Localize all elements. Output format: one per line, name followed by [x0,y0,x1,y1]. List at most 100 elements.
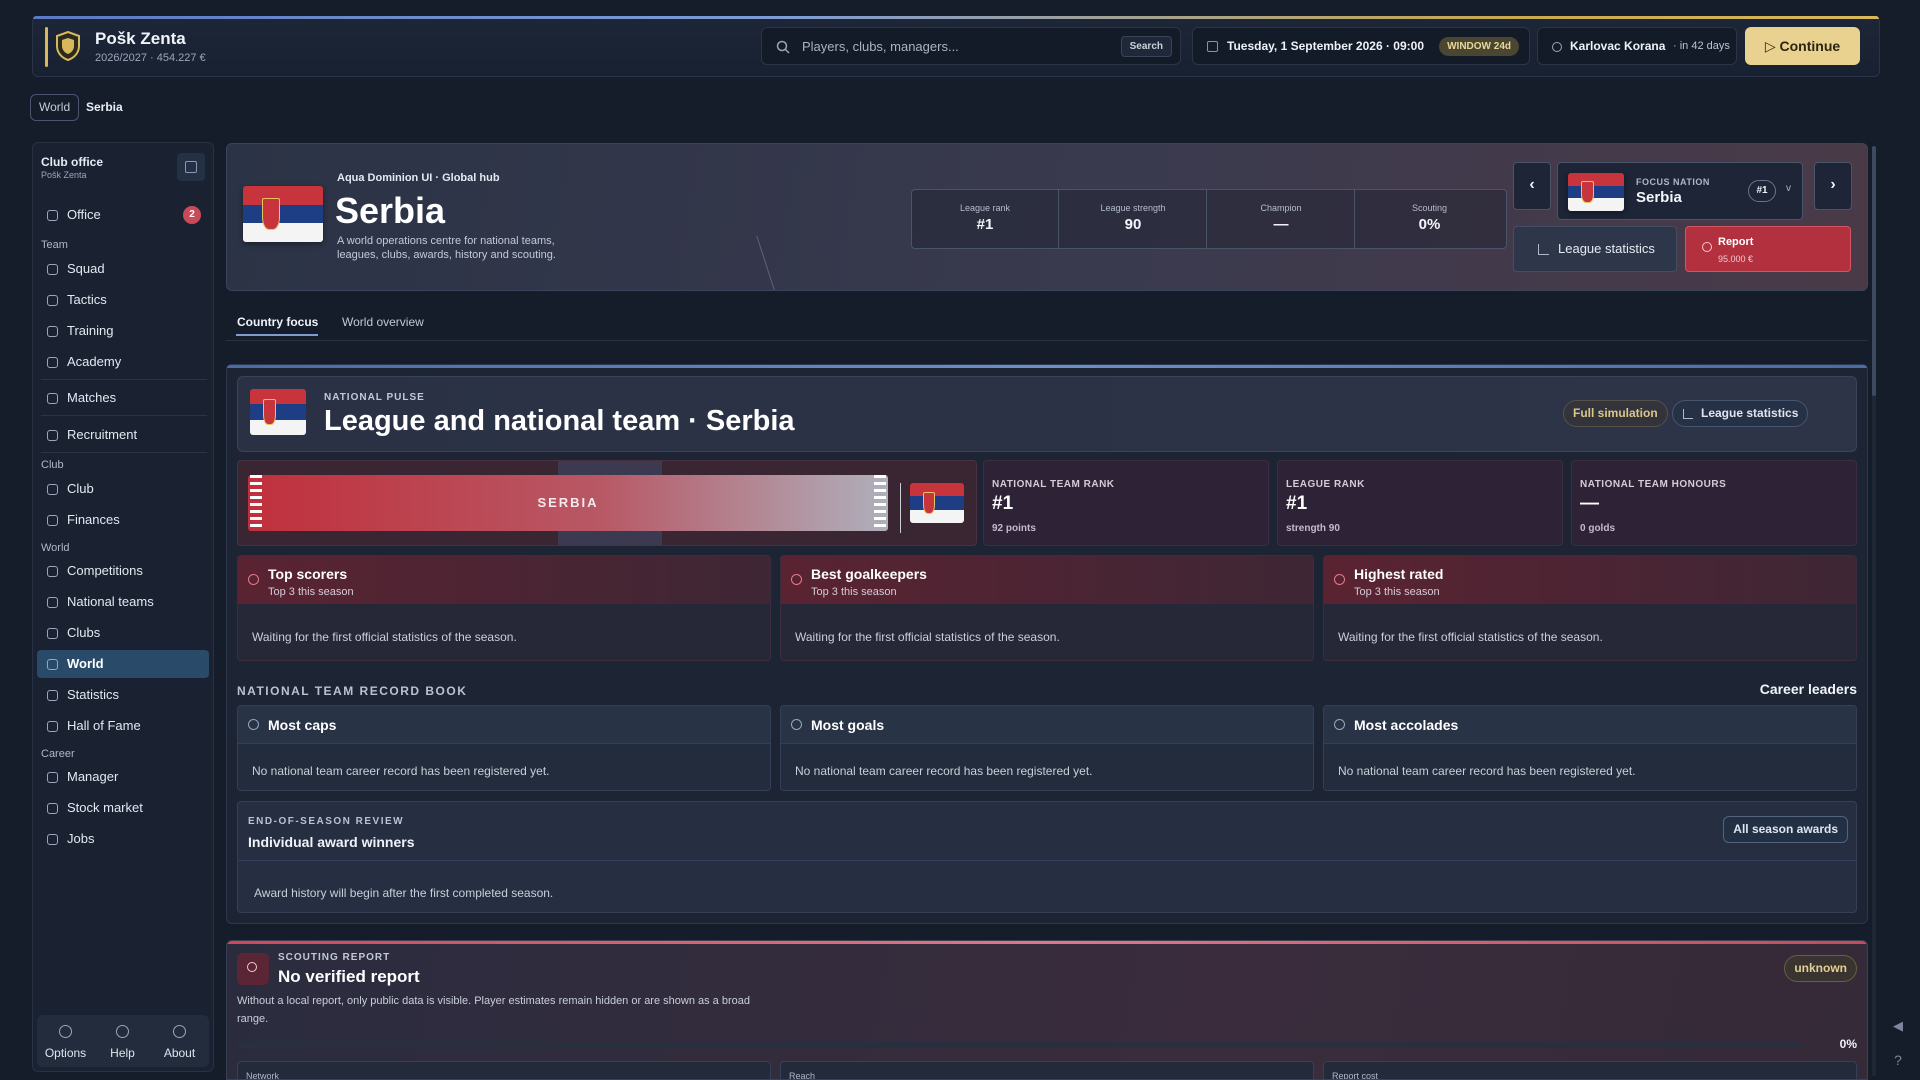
options-button[interactable]: Options [37,1015,94,1067]
sidebar-item-clubs[interactable]: Clubs [37,619,209,647]
stat-label: League rank [959,203,1011,213]
ball-icon [791,719,802,730]
sidebar-item-label: National teams [67,594,154,609]
global-search[interactable]: Players, clubs, managers... Search [761,27,1181,65]
sidebar-item-national-teams[interactable]: National teams [37,588,209,616]
sidebar-collapse-button[interactable] [177,153,205,181]
search-button[interactable]: Search [1120,36,1172,57]
sidebar-subtitle: Pošk Zenta [41,170,87,180]
scout-top-glow [227,941,1867,944]
page-title: Serbia [335,190,446,231]
sidebar-section-world: World [41,542,70,554]
continue-label: Continue [1779,38,1841,54]
mini-label: Network [246,1071,280,1080]
sidebar-item-statistics[interactable]: Statistics [37,681,209,709]
sidebar-item-label: Competitions [67,563,143,578]
sidebar-divider [41,379,207,380]
stat-scouting: Scouting 0% [1356,190,1503,248]
sidebar-item-label: Hall of Fame [67,718,141,733]
trophy-icon [47,566,58,577]
gear-icon [59,1025,72,1038]
league-statistics-button[interactable]: League statistics [1513,226,1677,272]
active-tab-indicator [236,334,318,336]
sidebar-item-stock-market[interactable]: Stock market [37,794,209,822]
career-leaders-link[interactable]: Career leaders [1760,681,1857,697]
sidebar-item-matches[interactable]: Matches [37,384,209,412]
tabs-divider [226,340,1868,341]
report-button[interactable]: Report 95.000 € [1685,226,1851,272]
eos-body: Award history will begin after the first… [254,886,554,900]
sidebar-section-career: Career [41,748,75,760]
sidebar-item-squad[interactable]: Squad [37,255,209,283]
help-icon[interactable]: ? [1886,1048,1910,1072]
sidebar-item-manager[interactable]: Manager [37,763,209,791]
about-button[interactable]: About [151,1015,208,1067]
card-body: No national team career record has been … [1338,764,1636,778]
medal-icon [1334,719,1345,730]
sidebar-item-hall-of-fame[interactable]: Hall of Fame [37,712,209,740]
card-title: Top scorers [268,566,348,582]
full-simulation-button[interactable]: Full simulation [1563,400,1668,427]
card-subtitle: Top 3 this season [811,586,897,598]
next-match[interactable]: Karlovac Korana · in 42 days [1537,27,1737,65]
card-most-accolades[interactable]: Most accolades No national team career re… [1323,705,1857,791]
sidebar-item-training[interactable]: Training [37,317,209,345]
serbia-flag-icon [910,483,964,523]
pulse-league-statistics-button[interactable]: League statistics [1672,400,1809,427]
sidebar-item-academy[interactable]: Academy [37,348,209,376]
card-most-caps[interactable]: Most caps No national team career record … [237,705,771,791]
prev-nation-button[interactable]: ‹ [1513,162,1551,210]
volume-icon[interactable]: ◀ [1886,1014,1910,1038]
tab-world-overview[interactable]: World overview [342,315,424,329]
breadcrumb-world[interactable]: World [30,94,80,121]
end-of-season-review: END-OF-SEASON REVIEW Individual award wi… [237,801,1857,913]
sidebar-item-label: World [67,656,104,671]
mini-label: Reach [789,1071,816,1080]
card-best-goalkeepers[interactable]: Best goalkeepers Top 3 this season Waiting… [780,555,1314,661]
scrollbar-thumb[interactable] [1872,146,1876,396]
sidebar-item-recruitment[interactable]: Recruitment [37,421,209,449]
scout-report-cost-box: Report cost [1323,1061,1857,1079]
club-name: Pošk Zenta [95,29,186,48]
card-most-goals[interactable]: Most goals No national team career record… [780,705,1314,791]
sidebar-item-office[interactable]: Office 2 [37,201,209,229]
stat-label: League strength [1100,203,1166,213]
breadcrumb-current: Serbia [86,100,123,114]
help-button[interactable]: Help [94,1015,151,1067]
sidebar-item-label: Manager [67,769,119,784]
compass-icon [47,659,58,670]
users-icon [47,772,58,783]
scout-title: No verified report [278,967,420,986]
serbia-flag-icon [1568,173,1624,211]
sidebar-item-jobs[interactable]: Jobs [37,825,209,853]
club-season-budget: 2026/2027 · 454.227 € [95,52,206,64]
eos-divider [238,860,1856,861]
sidebar-divider [41,452,207,453]
sidebar-item-label: Jobs [67,831,95,846]
scout-kicker: SCOUTING REPORT [278,952,391,963]
kpi-sub: strength 90 [1286,523,1340,534]
sidebar-item-tactics[interactable]: Tactics [37,286,209,314]
decorative-line [756,235,779,290]
sidebar-item-label: Squad [67,261,105,276]
card-highest-rated[interactable]: Highest rated Top 3 this season Waiting fo… [1323,555,1857,661]
about-label: About [163,1046,196,1060]
sidebar-item-finances[interactable]: Finances [37,506,209,534]
continue-button[interactable]: ▷ Continue [1745,27,1860,65]
tab-country-focus[interactable]: Country focus [237,315,318,329]
country-hero: Aqua Dominion UI · Global hub Serbia A w… [226,143,1868,291]
focus-nation-select[interactable]: FOCUS NATION Serbia #1 v [1557,162,1803,220]
kpi-label: LEAGUE RANK [1286,479,1365,490]
all-season-awards-button[interactable]: All season awards [1723,816,1848,843]
search-input[interactable]: Players, clubs, managers... [802,39,959,54]
next-nation-button[interactable]: › [1814,162,1852,210]
card-top-scorers[interactable]: Top scorers Top 3 this season Waiting for … [237,555,771,661]
sidebar-item-world[interactable]: World [37,650,209,678]
eos-title: Individual award winners [248,834,415,850]
card-subtitle: Top 3 this season [268,586,354,598]
sidebar-item-competitions[interactable]: Competitions [37,557,209,585]
current-date: Tuesday, 1 September 2026 · 09:00 [1227,39,1424,53]
sidebar-section-club: Club [41,459,64,471]
scout-icon-box [237,953,269,985]
sidebar-item-club[interactable]: Club [37,475,209,503]
